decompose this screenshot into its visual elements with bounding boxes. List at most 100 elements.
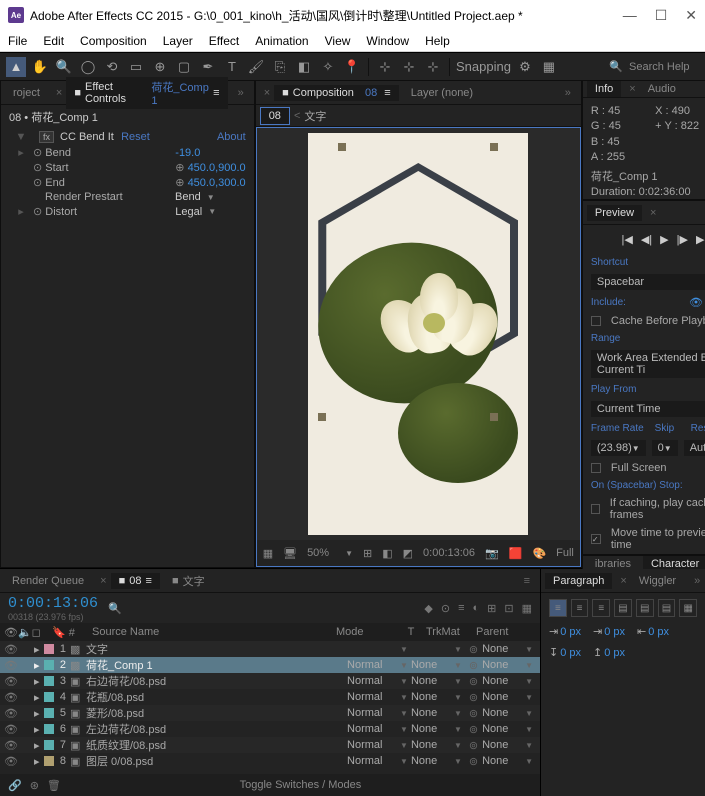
cache-play-checkbox[interactable]: If caching, play cached frames [610, 497, 705, 521]
effect-header-row[interactable]: ▼ fx CC Bend It Reset About [1, 129, 254, 145]
space-after[interactable]: ↥0 px [593, 646, 625, 659]
layer-row[interactable]: 👁▸4▣花瓶/08.psdNormal▼None▼⊚None▼ [0, 689, 540, 705]
close-icon[interactable]: × [56, 87, 62, 99]
blend-mode-dropdown[interactable]: Normal [347, 675, 397, 687]
snap-extra-icon[interactable]: ▦ [539, 57, 559, 77]
menu-effect[interactable]: Effect [209, 34, 239, 48]
visibility-toggle[interactable]: 👁 [4, 643, 14, 656]
eraser-tool[interactable]: ◧ [294, 57, 314, 77]
selection-tool[interactable]: ▲ [6, 57, 26, 77]
visibility-toggle[interactable]: 👁 [4, 659, 14, 672]
audio-tab[interactable]: Audio [640, 81, 684, 97]
align-left[interactable]: ≡ [549, 599, 567, 617]
fullscreen-checkbox[interactable]: Full Screen [611, 462, 667, 474]
close-icon[interactable]: × [264, 87, 270, 99]
paragraph-tab[interactable]: Paragraph [545, 573, 612, 589]
trkmat-dropdown[interactable]: None [411, 755, 451, 767]
channels-icon[interactable]: 🟥 [509, 547, 523, 560]
layer-tab[interactable]: Layer (none) [403, 85, 481, 101]
pen-tool[interactable]: ✒ [198, 57, 218, 77]
visibility-toggle[interactable]: 👁 [4, 755, 14, 768]
rotate-tool[interactable]: ⟲ [102, 57, 122, 77]
trkmat-dropdown[interactable]: None [411, 739, 451, 751]
zoom-level[interactable]: 50% [307, 547, 329, 559]
orbit-tool[interactable]: ◯ [78, 57, 98, 77]
indent-first[interactable]: ⇥0 px [593, 625, 625, 638]
close-button[interactable]: ✕ [685, 7, 697, 24]
res-icon[interactable]: ⊞ [363, 547, 372, 560]
layer-row[interactable]: 👁▸3▣右边荷花/08.psdNormal▼None▼⊚None▼ [0, 673, 540, 689]
channel-icon[interactable]: ◧ [382, 547, 392, 560]
shy-icon[interactable]: ⊙ [441, 602, 450, 615]
parent-dropdown[interactable]: None [482, 643, 522, 655]
range-dropdown[interactable]: Work Area Extended By Current Ti▼ [591, 350, 705, 378]
timecode[interactable]: 0:00:13:06 [8, 595, 98, 612]
trkmat-dropdown[interactable]: None [411, 675, 451, 687]
menu-window[interactable]: Window [366, 34, 409, 48]
blend-mode-dropdown[interactable]: Normal [347, 691, 397, 703]
pickwhip-icon[interactable]: ⊚ [465, 755, 482, 768]
reset-link[interactable]: Reset [121, 131, 150, 143]
timecode-display[interactable]: 0:00:13:06 [423, 547, 475, 559]
parent-dropdown[interactable]: None [482, 707, 522, 719]
resolution-dropdown[interactable]: Full [556, 547, 574, 559]
about-link[interactable]: About [217, 131, 246, 143]
composition-viewer[interactable]: ▦ 🖥 50%▼ ⊞ ◧ ◩ 0:00:13:06 📷 🟥 🎨 Full [256, 127, 581, 567]
pickwhip-icon[interactable]: ⊚ [465, 691, 482, 704]
layer-color-tag[interactable] [44, 676, 54, 686]
visibility-toggle[interactable]: 👁 [4, 691, 14, 704]
preview-tab[interactable]: Preview [587, 205, 642, 221]
menu-animation[interactable]: Animation [255, 34, 308, 48]
trkmat-dropdown[interactable]: None [411, 707, 451, 719]
blend-mode-dropdown[interactable]: Normal [347, 739, 397, 751]
type-tool[interactable]: T [222, 57, 242, 77]
zoom-tool[interactable]: 🔍 [54, 57, 74, 77]
parent-dropdown[interactable]: None [482, 723, 522, 735]
menu-edit[interactable]: Edit [43, 34, 64, 48]
parent-dropdown[interactable]: None [482, 659, 522, 671]
visibility-toggle[interactable]: 👁 [4, 707, 14, 720]
move-time-checkbox[interactable]: Move time to preview time [611, 527, 705, 551]
menu-composition[interactable]: Composition [80, 34, 147, 48]
search-icon[interactable]: 🔍 [609, 60, 623, 73]
layer-row[interactable]: 👁▸6▣左边荷花/08.psdNormal▼None▼⊚None▼ [0, 721, 540, 737]
snapshot-icon[interactable]: 📷 [485, 547, 499, 560]
justify-center[interactable]: ▤ [636, 599, 654, 617]
prev-frame-icon[interactable]: ◀| [641, 233, 652, 246]
search-input[interactable]: Search Help [629, 61, 699, 73]
effect-controls-tab[interactable]: ■Effect Controls 荷花_Comp 1≡ [66, 77, 227, 109]
view-axis-icon[interactable]: ⊹ [423, 57, 443, 77]
layer-color-tag[interactable] [44, 660, 54, 670]
pickwhip-icon[interactable]: ⊚ [465, 659, 482, 672]
playfrom-dropdown[interactable]: Current Time▼ [591, 401, 705, 417]
brush-tool[interactable]: 🖌 [246, 57, 266, 77]
brain-icon[interactable]: ⊡ [504, 602, 513, 615]
prop-end[interactable]: ⊙ End⊕ 450.0,300.0 [1, 175, 254, 190]
toggle-switches[interactable]: Toggle Switches / Modes [69, 779, 532, 791]
pickwhip-icon[interactable]: ⊚ [465, 707, 482, 720]
parent-dropdown[interactable]: None [482, 739, 522, 751]
blend-mode-dropdown[interactable]: Normal [347, 755, 397, 767]
next-frame-icon[interactable]: |▶ [677, 233, 688, 246]
hand-tool[interactable]: ✋ [30, 57, 50, 77]
clone-tool[interactable]: ⎘ [270, 57, 290, 77]
camera-tool[interactable]: ▭ [126, 57, 146, 77]
trkmat-dropdown[interactable]: None [411, 691, 451, 703]
subtab-08[interactable]: 08 [260, 107, 290, 125]
prop-render-prestart[interactable]: Render PrestartBend▼ [1, 190, 254, 204]
parent-dropdown[interactable]: None [482, 755, 522, 767]
search-icon[interactable]: 🔍 [108, 602, 122, 615]
layer-color-tag[interactable] [44, 756, 54, 766]
puppet-tool[interactable]: 📍 [342, 57, 362, 77]
monitor-icon[interactable]: 🖥 [283, 547, 297, 560]
visibility-toggle[interactable]: 👁 [4, 723, 14, 736]
blend-mode-dropdown[interactable]: Normal [347, 723, 397, 735]
world-axis-icon[interactable]: ⊹ [399, 57, 419, 77]
panel-menu-icon[interactable]: » [232, 87, 250, 99]
layer-color-tag[interactable] [44, 644, 54, 654]
menu-view[interactable]: View [325, 34, 351, 48]
space-before[interactable]: ↧0 px [549, 646, 581, 659]
timeline-tab-08[interactable]: ■ 08 ≡ [111, 573, 160, 589]
draft3d-icon[interactable]: ▦ [522, 602, 532, 615]
minimize-button[interactable]: — [623, 7, 637, 24]
